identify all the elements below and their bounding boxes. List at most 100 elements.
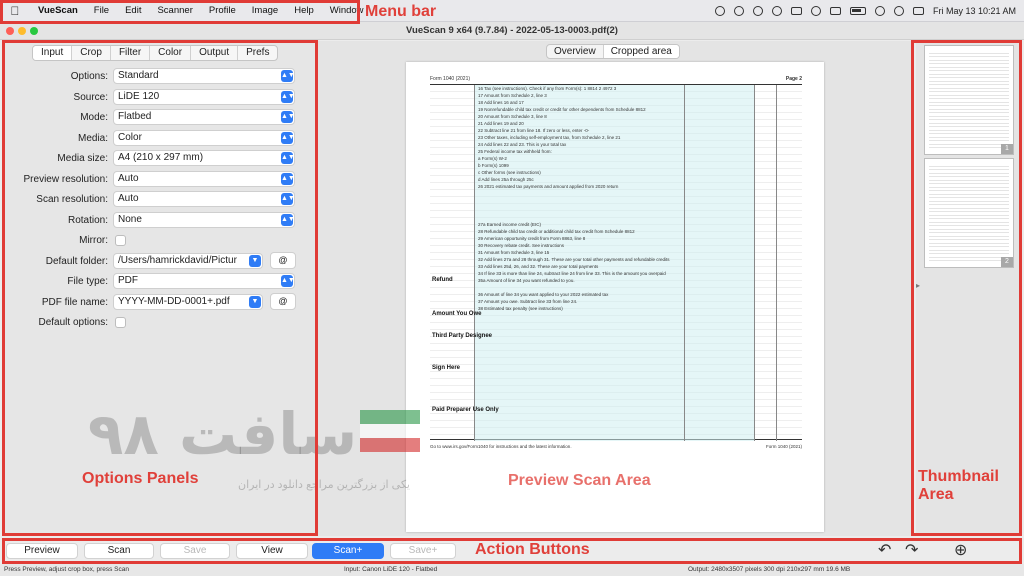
screen-icon[interactable] <box>790 7 802 15</box>
preview-button[interactable]: Preview <box>6 543 78 559</box>
form-divider <box>754 85 755 441</box>
scanned-page[interactable]: Form 1040 (2021) Page 2 16 Tax (see inst… <box>406 62 824 532</box>
form-line: 20 Amount from Schedule 3, line 8 <box>478 114 547 119</box>
pdf-name-at-button[interactable]: @ <box>270 292 296 310</box>
display-icon[interactable] <box>829 7 841 15</box>
form-line: b Form(s) 1099 <box>478 163 509 168</box>
options-select[interactable]: Standard ▲▼ <box>113 68 295 84</box>
apple-icon[interactable]:  <box>0 4 30 18</box>
chevron-down-icon: ▼ <box>249 295 261 308</box>
rotate-right-icon[interactable]: ↷ <box>905 541 918 561</box>
option-label: Source: <box>73 91 108 103</box>
thumbnail-1[interactable]: 1 <box>924 45 1014 155</box>
sync-icon[interactable] <box>752 6 763 16</box>
mirror-checkbox[interactable] <box>115 235 126 246</box>
options-panels-label: Options Panels <box>82 470 199 487</box>
control-center-icon[interactable] <box>912 7 924 15</box>
menu-app[interactable]: VueScan <box>30 5 86 16</box>
pdf-file-name-select[interactable]: YYYY-MM-DD-0001+.pdf ▼ <box>113 293 263 310</box>
chevron-updown-icon: ▲▼ <box>281 111 294 123</box>
tab-cropped-area[interactable]: Cropped area <box>603 45 679 58</box>
tab-input[interactable]: Input <box>33 46 73 60</box>
tab-output[interactable]: Output <box>191 46 239 60</box>
default-options-checkbox[interactable] <box>115 317 126 328</box>
form-line: 22 Subtract line 21 from line 18. If zer… <box>478 128 590 133</box>
view-button[interactable]: View <box>236 543 308 559</box>
wifi-icon[interactable] <box>874 6 885 16</box>
search-icon[interactable] <box>893 6 904 16</box>
form-body: 16 Tax (see instructions). Check if any … <box>430 84 802 441</box>
section-refund: Refund <box>432 277 453 283</box>
chevron-updown-icon: ▲▼ <box>281 70 294 82</box>
status-output: Output: 2480x3507 pixels 300 dpi 210x297… <box>688 566 851 573</box>
zoom-in-icon[interactable]: ⊕ <box>954 541 967 561</box>
thumbnail-area: ▸ 1 2 <box>916 41 1020 536</box>
default-folder-select[interactable]: /Users/hamrickdavid/Pictur ▼ <box>113 252 263 269</box>
form-line: 23 Other taxes, including self-employmen… <box>478 135 621 140</box>
rotation-select[interactable]: None ▲▼ <box>113 211 295 228</box>
tab-filter[interactable]: Filter <box>111 46 151 60</box>
option-label: Default folder: <box>45 255 108 267</box>
menu-help[interactable]: Help <box>286 5 322 16</box>
tab-overview[interactable]: Overview <box>547 45 604 58</box>
form-line: 29 American opportunity credit from Form… <box>478 236 586 241</box>
option-row-media-size: Media size: A4 (210 x 297 mm) ▲▼ <box>4 149 316 170</box>
skype-icon[interactable] <box>714 6 725 16</box>
maximize-window-button[interactable] <box>30 27 38 35</box>
option-value: Auto <box>118 193 139 204</box>
preview-resolution-select[interactable]: Auto ▲▼ <box>113 170 295 187</box>
media-select[interactable]: Color ▲▼ <box>113 129 295 146</box>
options-panel: Input Crop Filter Color Output Prefs Opt… <box>4 41 316 536</box>
menu-file[interactable]: File <box>86 5 117 16</box>
tab-prefs[interactable]: Prefs <box>238 46 277 60</box>
scan-plus-button[interactable]: Scan+ <box>312 543 384 559</box>
folder-at-button[interactable]: @ <box>270 251 296 269</box>
window-title: VueScan 9 x64 (9.7.84) - 2022-05-13-0003… <box>406 25 618 36</box>
option-value: None <box>118 213 142 225</box>
minimize-window-button[interactable] <box>18 27 26 35</box>
chevron-updown-icon: ▲▼ <box>281 172 294 185</box>
mode-select[interactable]: Flatbed ▲▼ <box>113 109 295 125</box>
thumbnail-number: 2 <box>1001 257 1013 267</box>
option-label: Rotation: <box>67 214 108 226</box>
save-plus-button[interactable]: Save+ <box>390 543 456 559</box>
form-line: 38 Estimated tax penalty (see instructio… <box>478 306 563 311</box>
option-row-rotation: Rotation: None ▲▼ <box>4 211 316 232</box>
tab-color[interactable]: Color <box>150 46 192 60</box>
clock-icon[interactable] <box>733 6 744 16</box>
scan-button[interactable]: Scan <box>84 543 154 559</box>
option-value: Color <box>118 131 142 143</box>
form-line: 16 Tax (see instructions). Check if any … <box>478 86 617 91</box>
scan-resolution-select[interactable]: Auto ▲▼ <box>113 191 295 207</box>
close-window-button[interactable] <box>6 27 14 35</box>
thumbnail-2[interactable]: 2 <box>924 158 1014 268</box>
form-line: 28 Refundable child tax credit or additi… <box>478 229 635 234</box>
option-label: Scan resolution: <box>36 194 108 205</box>
media-size-select[interactable]: A4 (210 x 297 mm) ▲▼ <box>113 150 295 166</box>
menu-scanner[interactable]: Scanner <box>149 5 200 16</box>
status-bar: Press Preview, adjust crop box, press Sc… <box>0 564 1024 576</box>
timer-icon[interactable] <box>810 6 821 16</box>
option-label: File type: <box>67 276 108 287</box>
source-select[interactable]: LiDE 120 ▲▼ <box>113 88 295 105</box>
action-buttons-label: Action Buttons <box>475 541 590 558</box>
option-value: Auto <box>118 172 139 184</box>
globe-icon[interactable] <box>771 6 782 16</box>
form-line: 33 Add lines 25d, 26, and 32. These are … <box>478 264 599 269</box>
form-line: 36 Amount of line 34 you want applied to… <box>478 292 609 297</box>
file-type-select[interactable]: PDF ▲▼ <box>113 273 295 289</box>
form-footer-id: Form 1040 (2021) <box>765 444 802 449</box>
menubar-clock[interactable]: Fri May 13 10:21 AM <box>933 6 1016 16</box>
menu-profile[interactable]: Profile <box>201 5 244 16</box>
tab-crop[interactable]: Crop <box>72 46 111 60</box>
collapse-arrow-icon[interactable]: ▸ <box>916 281 920 290</box>
save-button[interactable]: Save <box>160 543 230 559</box>
form-line: c Other forms (see instructions) <box>478 170 541 175</box>
preview-area-label: Preview Scan Area <box>508 472 651 489</box>
menu-bar:  VueScan File Edit Scanner Profile Imag… <box>0 0 1024 22</box>
rotate-left-icon[interactable]: ↶ <box>878 541 891 561</box>
menu-edit[interactable]: Edit <box>117 5 149 16</box>
menu-image[interactable]: Image <box>244 5 286 16</box>
battery-icon[interactable] <box>849 7 866 15</box>
chevron-updown-icon: ▲▼ <box>281 193 294 205</box>
